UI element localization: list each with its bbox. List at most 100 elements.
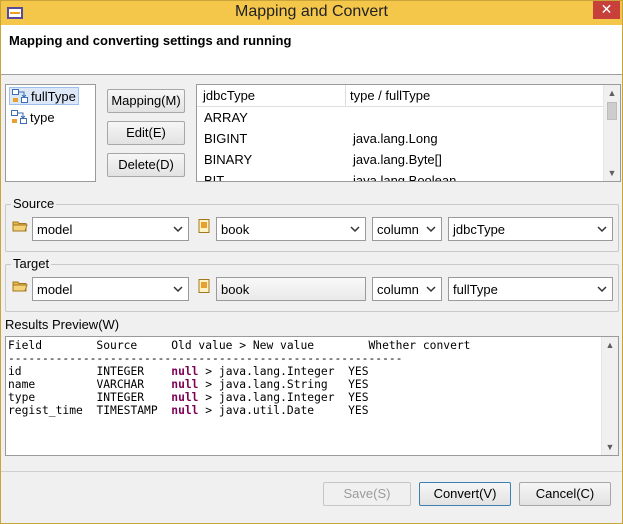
scroll-up-icon[interactable]: ▲ <box>602 337 618 353</box>
chevron-down-icon <box>173 226 183 233</box>
preview-header: Field Source Old value > New value Wheth… <box>8 339 471 352</box>
delete-button[interactable]: Delete(D) <box>107 153 185 177</box>
row-old-value: null <box>171 378 199 391</box>
target-project-value: model <box>37 282 73 297</box>
target-mode-value: column <box>377 282 419 297</box>
row-field: type <box>8 391 36 404</box>
edit-button[interactable]: Edit(E) <box>107 121 185 145</box>
close-icon: ✕ <box>600 1 613 17</box>
dialog-header: Mapping and converting settings and runn… <box>1 25 622 75</box>
column-header-type[interactable]: type / fullType <box>350 88 430 103</box>
row-old-value: null <box>171 391 199 404</box>
save-button[interactable]: Save(S) <box>323 482 411 506</box>
row-field: id <box>8 365 22 378</box>
row-source: VARCHAR <box>96 378 145 391</box>
source-table-value: book <box>221 222 250 237</box>
chevron-down-icon <box>426 226 436 233</box>
table-scrollbar[interactable]: ▲ ▼ <box>603 85 620 181</box>
cell-jdbctype: BINARY <box>204 152 253 167</box>
row-old-value: null <box>171 404 199 417</box>
target-field-select[interactable]: fullType <box>448 277 613 301</box>
scroll-down-icon[interactable]: ▼ <box>602 439 618 455</box>
preview-text: Field Source Old value > New value Wheth… <box>8 339 471 417</box>
type-mapping-table[interactable]: jdbcType type / fullType ARRAY BIGINT ja… <box>196 84 621 182</box>
scroll-up-icon[interactable]: ▲ <box>604 85 620 101</box>
table-row[interactable]: BIGINT java.lang.Long <box>197 129 603 150</box>
target-field-value: fullType <box>453 282 498 297</box>
chevron-down-icon <box>597 226 607 233</box>
source-table-select[interactable]: book <box>216 217 366 241</box>
source-mode-select[interactable]: column <box>372 217 442 241</box>
mapping-button[interactable]: Mapping(M) <box>107 89 185 113</box>
source-project-select[interactable]: model <box>32 217 189 241</box>
source-mode-value: column <box>377 222 419 237</box>
table-header: jdbcType type / fullType <box>197 85 603 107</box>
row-source: TIMESTAMP <box>96 404 158 417</box>
mapping-icon <box>12 89 28 103</box>
results-preview-label: Results Preview(W) <box>5 317 120 332</box>
file-icon[interactable] <box>196 278 212 294</box>
preview-row: id INTEGER null > java.lang.Integer YES <box>8 365 369 378</box>
mapping-tree[interactable]: fullType type <box>5 84 96 182</box>
cell-type: java.lang.Long <box>353 131 438 146</box>
folder-icon[interactable] <box>12 278 28 294</box>
table-row[interactable]: BIT java.lang.Boolean <box>197 171 603 182</box>
mapping-convert-window: Mapping and Convert ✕ Mapping and conver… <box>0 0 623 524</box>
scroll-down-icon[interactable]: ▼ <box>604 165 620 181</box>
window-title: Mapping and Convert <box>235 3 388 20</box>
row-field: regist_time <box>8 404 83 417</box>
target-mode-select[interactable]: column <box>372 277 442 301</box>
tree-item-type[interactable]: type <box>9 108 57 126</box>
column-header-jdbctype[interactable]: jdbcType <box>203 88 255 103</box>
scrollbar-thumb[interactable] <box>607 102 617 120</box>
preview-row: regist_time TIMESTAMP null > java.util.D… <box>8 404 369 417</box>
close-button[interactable]: ✕ <box>593 1 620 19</box>
mapping-icon <box>11 110 27 124</box>
row-convert: YES <box>348 378 369 391</box>
preview-scrollbar[interactable]: ▲ ▼ <box>601 337 618 455</box>
cell-jdbctype: BIT <box>204 173 225 182</box>
row-new-value: java.lang.String <box>218 378 328 391</box>
tree-item-label: type <box>30 109 55 125</box>
results-preview-area[interactable]: Field Source Old value > New value Wheth… <box>5 336 619 456</box>
row-source: INTEGER <box>96 365 145 378</box>
convert-button[interactable]: Convert(V) <box>419 482 511 506</box>
source-field-select[interactable]: jdbcType <box>448 217 613 241</box>
row-old-value: null <box>171 365 199 378</box>
row-new-value: java.lang.Integer <box>218 391 335 404</box>
chevron-down-icon <box>426 286 436 293</box>
dialog-description: Mapping and converting settings and runn… <box>9 33 292 48</box>
row-convert: YES <box>348 365 369 378</box>
cancel-button[interactable]: Cancel(C) <box>519 482 611 506</box>
folder-icon[interactable] <box>12 218 28 234</box>
row-source: INTEGER <box>96 391 145 404</box>
row-convert: YES <box>348 391 369 404</box>
row-new-value: java.lang.Integer <box>218 365 335 378</box>
source-field-value: jdbcType <box>453 222 506 237</box>
table-row[interactable]: BINARY java.lang.Byte[] <box>197 150 603 171</box>
preview-divider: ----------------------------------------… <box>8 352 403 365</box>
target-project-select[interactable]: model <box>32 277 189 301</box>
target-table-select[interactable]: book <box>216 277 366 301</box>
chevron-down-icon <box>173 286 183 293</box>
column-divider <box>345 85 346 107</box>
title-bar[interactable]: Mapping and Convert ✕ <box>1 1 622 25</box>
tree-item-label: fullType <box>31 88 76 104</box>
table-row[interactable]: ARRAY <box>197 108 603 129</box>
row-convert: YES <box>348 404 369 417</box>
target-label: Target <box>11 256 52 271</box>
footer-divider <box>1 471 622 472</box>
preview-row: type INTEGER null > java.lang.Integer YE… <box>8 391 369 404</box>
row-field: name <box>8 378 36 391</box>
file-icon[interactable] <box>196 218 212 234</box>
tree-item-fulltype[interactable]: fullType <box>9 87 79 105</box>
cell-jdbctype: BIGINT <box>204 131 248 146</box>
source-label: Source <box>11 196 57 211</box>
chevron-down-icon <box>350 226 360 233</box>
preview-row: name VARCHAR null > java.lang.String YES <box>8 378 369 391</box>
cell-type: java.lang.Boolean <box>353 173 457 182</box>
target-table-value: book <box>221 282 250 297</box>
cell-jdbctype: ARRAY <box>204 110 248 125</box>
chevron-down-icon <box>597 286 607 293</box>
cell-type: java.lang.Byte[] <box>353 152 442 167</box>
